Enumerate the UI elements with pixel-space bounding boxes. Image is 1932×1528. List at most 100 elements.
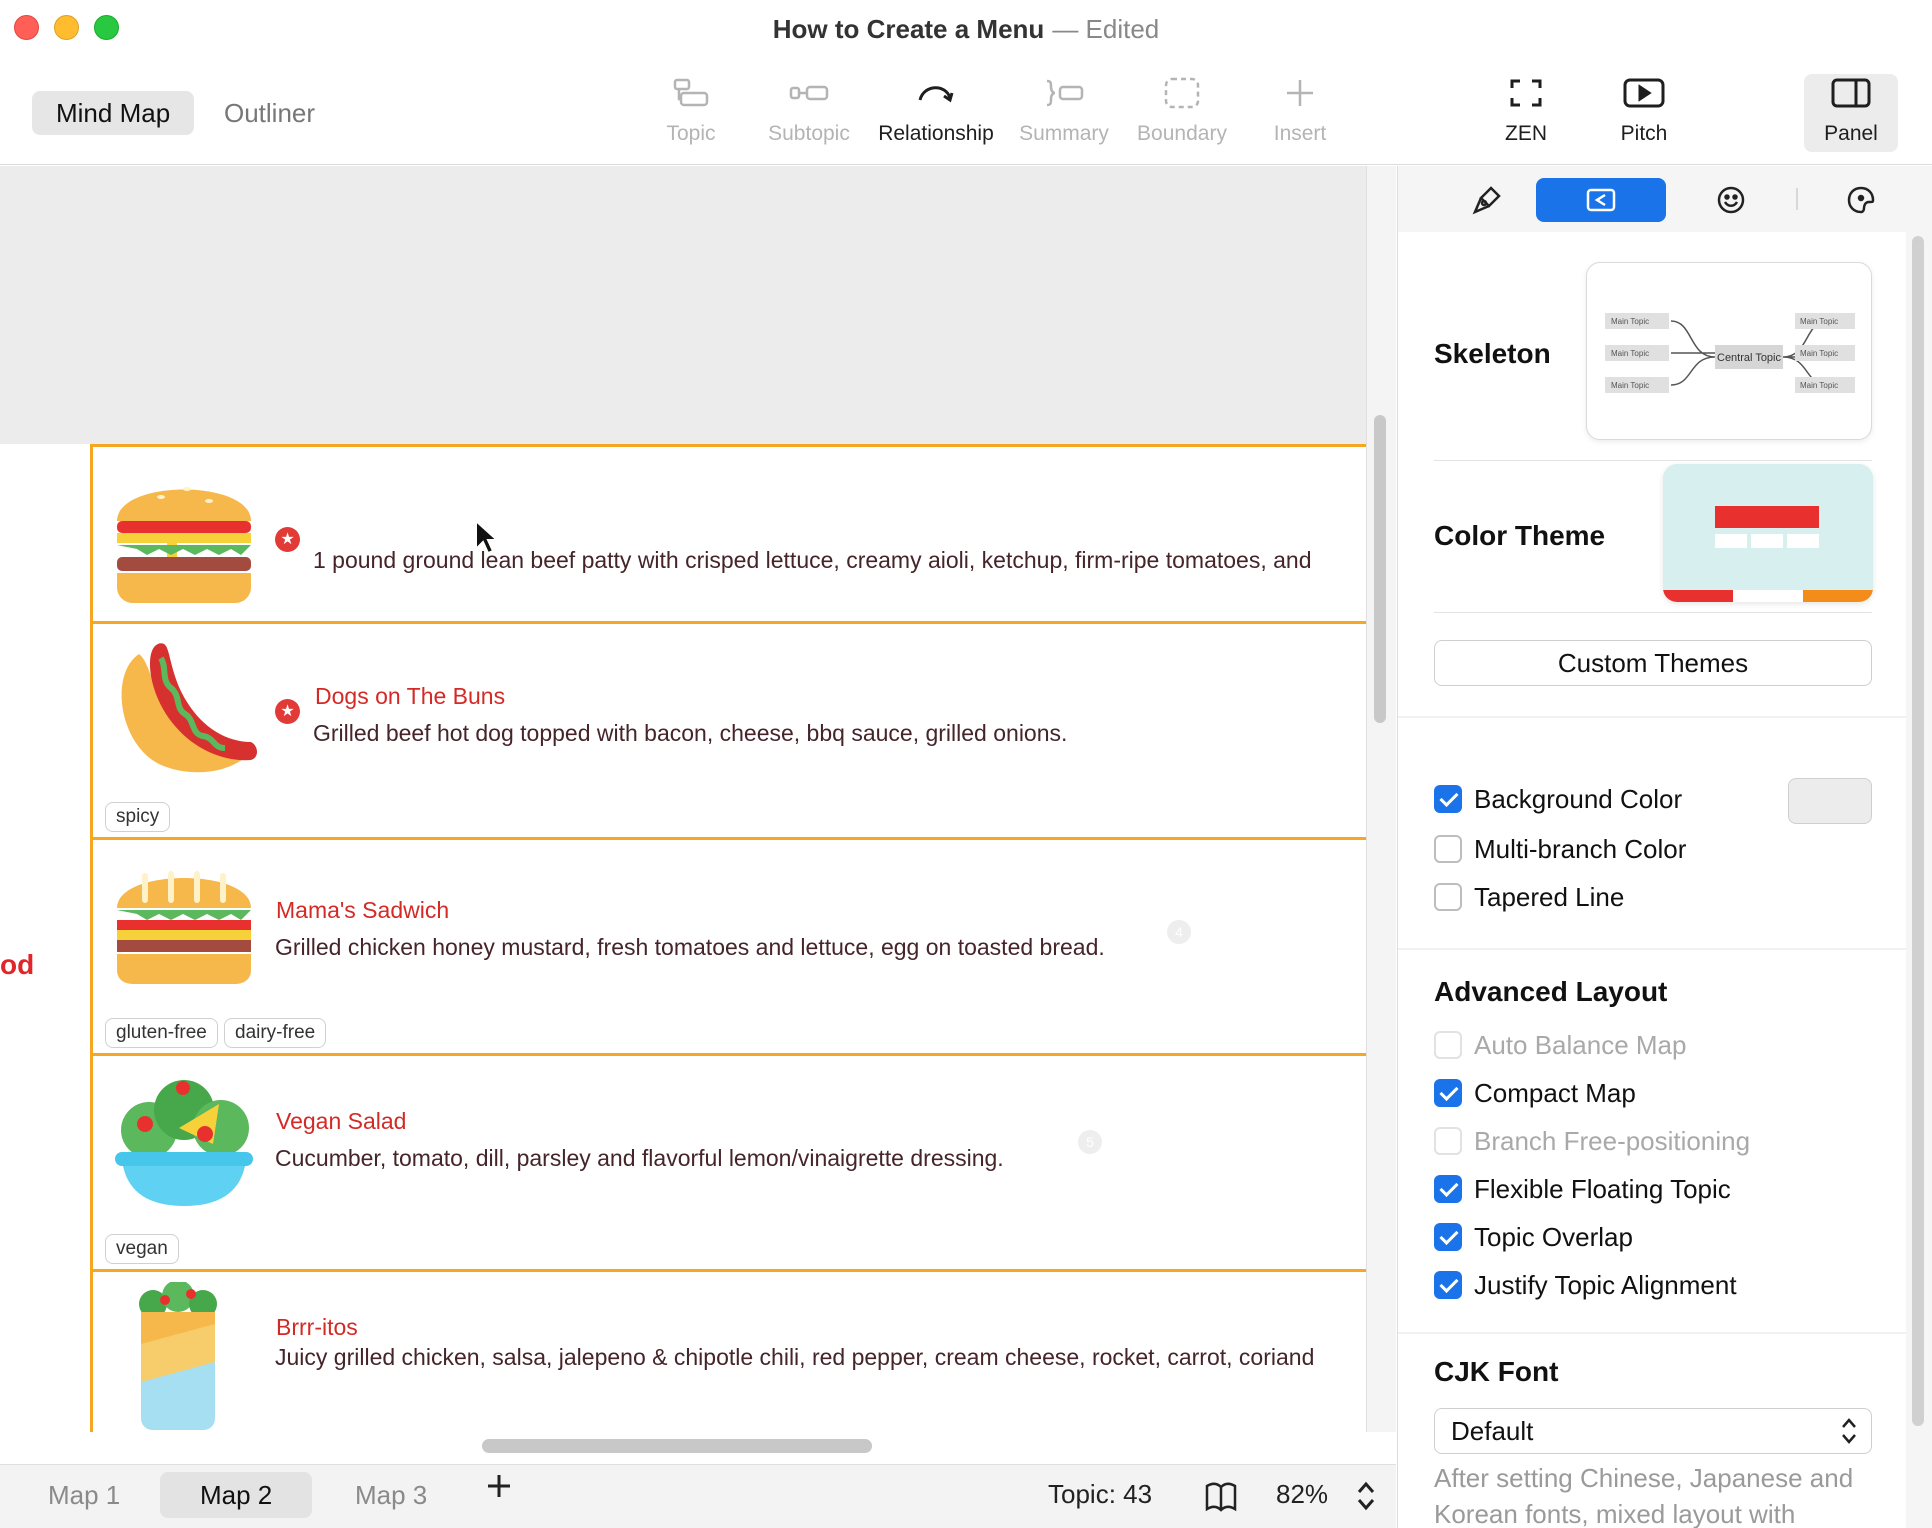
preview-node-text: Main Topic: [1800, 317, 1838, 326]
stepper-icon[interactable]: [1355, 1479, 1377, 1513]
summary-button[interactable]: Summary: [999, 76, 1129, 146]
icons-tab[interactable]: [1666, 178, 1796, 222]
tag-label[interactable]: spicy: [105, 802, 171, 832]
topic-description[interactable]: Cucumber, tomato, dill, parsley and flav…: [275, 1145, 1004, 1172]
vertical-scrollbar[interactable]: [1374, 415, 1386, 723]
checkbox[interactable]: [1434, 1271, 1462, 1299]
color-theme-preview-button[interactable]: [1663, 464, 1873, 602]
priority-marker[interactable]: 5: [1078, 1130, 1102, 1154]
topic-description[interactable]: Juicy grilled chicken, salsa, jalepeno &…: [275, 1344, 1314, 1371]
star-marker-icon[interactable]: ★: [275, 699, 300, 724]
select-value: Default: [1451, 1416, 1534, 1446]
book-icon[interactable]: [1204, 1481, 1238, 1513]
plus-icon: [488, 1475, 510, 1497]
cjk-font-select[interactable]: Default: [1434, 1408, 1872, 1454]
menu-item-topic[interactable]: Mama's Sadwich Grilled chicken honey mus…: [93, 837, 1366, 1053]
color-theme-label: Color Theme: [1434, 520, 1606, 551]
mind-map-view-button[interactable]: Mind Map: [32, 91, 195, 135]
insert-button[interactable]: Insert: [1235, 76, 1365, 146]
skeleton-label: Skeleton: [1434, 338, 1551, 369]
sticker-icon: [1847, 186, 1875, 214]
option-label: Branch Free-positioning: [1474, 1126, 1751, 1156]
boundary-icon: [1164, 77, 1200, 109]
panel-label: Panel: [1824, 122, 1878, 145]
skeleton-preview-button[interactable]: Main Topic Main Topic Main Topic Main To…: [1586, 262, 1872, 440]
topic-label: Topic: [666, 122, 716, 145]
horizontal-scrollbar[interactable]: [482, 1439, 872, 1453]
topic-title[interactable]: Dogs on The Buns: [315, 683, 505, 710]
background-color-swatch[interactable]: [1788, 778, 1872, 824]
divider: [1398, 1332, 1906, 1334]
checkbox[interactable]: [1434, 1031, 1462, 1059]
option-label: Auto Balance Map: [1474, 1030, 1687, 1060]
burger-icon: [117, 487, 251, 603]
checkbox[interactable]: [1434, 1223, 1462, 1251]
relationship-label: Relationship: [878, 122, 994, 145]
skeleton-preview: Main Topic Main Topic Main Topic Main To…: [1605, 313, 1855, 393]
theme-swatch-white: [1733, 590, 1803, 602]
parent-topic-label[interactable]: od: [0, 949, 34, 981]
relationship-button[interactable]: Relationship: [871, 76, 1001, 146]
format-panel: Skeleton Main Topic Main Topic Main Topi…: [1397, 166, 1932, 1528]
zoom-level[interactable]: 82%: [1276, 1479, 1328, 1510]
topic-description[interactable]: Grilled beef hot dog topped with bacon, …: [313, 720, 1067, 747]
option-label: Compact Map: [1474, 1078, 1636, 1108]
sheet-tab[interactable]: Map 1: [8, 1472, 160, 1518]
menu-item-topic[interactable]: ★ 1 pound ground lean beef patty with cr…: [93, 444, 1366, 621]
hotdog-icon: [121, 643, 257, 773]
checkbox[interactable]: [1434, 1079, 1462, 1107]
divider: [1434, 612, 1872, 613]
tag-label[interactable]: gluten-free: [105, 1018, 218, 1048]
priority-marker[interactable]: 4: [1167, 920, 1191, 944]
relationship-icon: [918, 86, 954, 103]
summary-icon: [1046, 79, 1084, 107]
canvas-background: [0, 166, 1366, 444]
style-tab[interactable]: [1422, 178, 1552, 222]
cjk-font-note: After setting Chinese, Japanese and Kore…: [1434, 1463, 1854, 1528]
topic-title[interactable]: Mama's Sadwich: [276, 897, 449, 924]
topic-button[interactable]: Topic: [626, 76, 756, 146]
insert-label: Insert: [1273, 122, 1327, 145]
topic-description[interactable]: 1 pound ground lean beef patty with cris…: [313, 547, 1312, 574]
menu-item-topic[interactable]: Brrr-itos Juicy grilled chicken, salsa, …: [93, 1269, 1366, 1432]
edited-status: — Edited: [1052, 14, 1160, 44]
plus-icon: [1287, 80, 1313, 106]
topic-description[interactable]: Grilled chicken honey mustard, fresh tom…: [275, 934, 1105, 961]
menu-item-topic[interactable]: Vegan Salad Cucumber, tomato, dill, pars…: [93, 1053, 1366, 1269]
outliner-view-button[interactable]: Outliner: [200, 91, 339, 135]
sidebar-icon: [1831, 78, 1871, 108]
custom-themes-button[interactable]: Custom Themes: [1434, 640, 1872, 686]
option-label: Background Color: [1474, 784, 1683, 814]
divider: [1398, 948, 1906, 950]
checkbox[interactable]: [1434, 1175, 1462, 1203]
sheet-tab-active[interactable]: Map 2: [160, 1472, 313, 1518]
checkbox[interactable]: [1434, 785, 1462, 813]
add-sheet-button[interactable]: [484, 1471, 514, 1510]
summary-label: Summary: [1019, 122, 1109, 145]
chevron-updown-icon: [1842, 1418, 1856, 1444]
subtopic-label: Subtopic: [768, 122, 850, 145]
panel-button[interactable]: Panel: [1786, 76, 1916, 146]
checkbox[interactable]: [1434, 883, 1462, 911]
subtopic-button[interactable]: Subtopic: [744, 76, 874, 146]
sheet-tab[interactable]: Map 3: [315, 1472, 467, 1518]
sticker-tab[interactable]: [1796, 178, 1926, 222]
mind-map-canvas[interactable]: od ★ 1 pound ground lean beef patty with…: [0, 166, 1366, 1432]
topic-title[interactable]: Brrr-itos: [276, 1314, 358, 1341]
panel-scrollbar[interactable]: [1912, 236, 1924, 1426]
mouse-cursor-icon: [475, 519, 498, 555]
topic-title[interactable]: Vegan Salad: [276, 1108, 406, 1135]
pitch-button[interactable]: Pitch: [1579, 76, 1709, 146]
tag-label[interactable]: vegan: [105, 1234, 179, 1264]
zen-button[interactable]: ZEN: [1461, 76, 1591, 146]
checkbox[interactable]: [1434, 1127, 1462, 1155]
map-tab[interactable]: [1536, 178, 1666, 222]
tag-label[interactable]: dairy-free: [224, 1018, 327, 1048]
star-marker-icon[interactable]: ★: [275, 527, 300, 552]
menu-item-topic[interactable]: ★ Dogs on The Buns Grilled beef hot dog …: [93, 621, 1366, 837]
boundary-button[interactable]: Boundary: [1117, 76, 1247, 146]
option-label: Justify Topic Alignment: [1474, 1270, 1737, 1300]
option-label: Tapered Line: [1474, 882, 1625, 912]
checkbox[interactable]: [1434, 835, 1462, 863]
option-label: Multi-branch Color: [1474, 834, 1687, 864]
